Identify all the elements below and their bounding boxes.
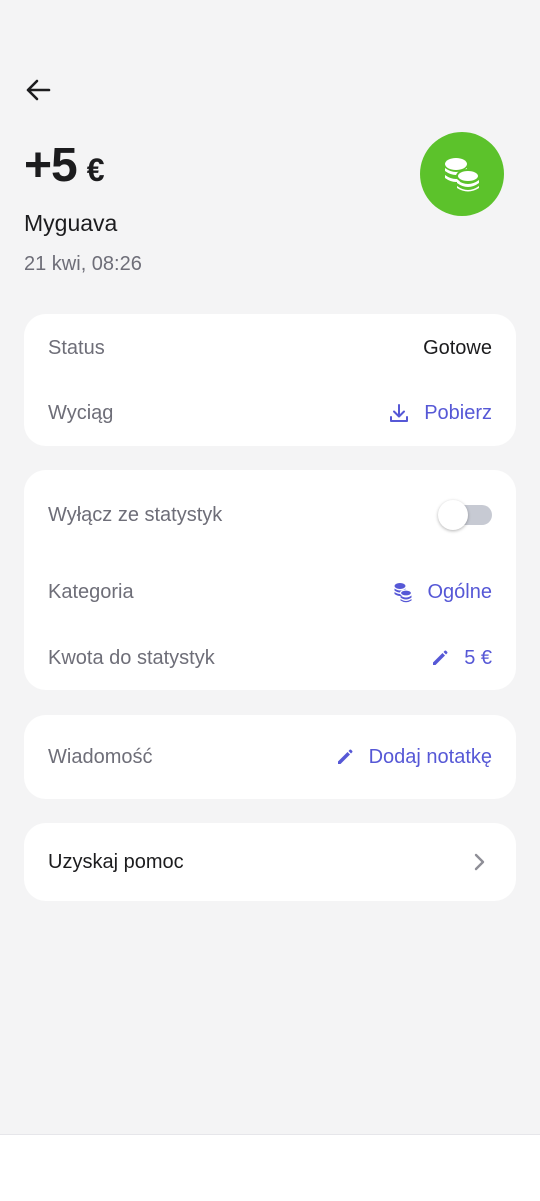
coins-icon xyxy=(445,158,480,192)
merchant-name: Myguava xyxy=(24,210,118,236)
message-row: Wiadomość Dodaj notatkę xyxy=(48,743,492,771)
category-label: Kategoria xyxy=(48,580,134,603)
coins-icon xyxy=(394,583,412,603)
transaction-date: 21 kwi, 08:26 xyxy=(24,253,142,275)
pencil-icon xyxy=(433,650,448,665)
toggle-knob xyxy=(438,500,468,530)
message-card: Wiadomość Dodaj notatkę xyxy=(24,715,516,799)
help-row[interactable]: Uzyskaj pomoc xyxy=(48,848,492,876)
stats-amount-row: Kwota do statystyk 5 € xyxy=(48,644,492,672)
message-label: Wiadomość xyxy=(48,745,153,768)
amount-value: +5 xyxy=(24,139,78,192)
amount-currency: € xyxy=(86,152,105,188)
category-badge xyxy=(420,132,504,216)
stats-amount-value: 5 € xyxy=(464,646,492,669)
exclude-stats-label: Wyłącz ze statystyk xyxy=(48,503,223,526)
status-value: Gotowe xyxy=(423,336,492,359)
edit-stats-amount-button[interactable]: 5 € xyxy=(430,647,492,670)
category-value: Ogólne xyxy=(427,580,493,603)
pencil-icon xyxy=(337,749,353,764)
download-label: Pobierz xyxy=(424,401,492,424)
statement-row: Wyciąg Pobierz xyxy=(48,399,492,427)
details-card: Status Gotowe Wyciąg Pobierz xyxy=(24,314,516,446)
transaction-amount: +5 € xyxy=(24,138,105,193)
chevron-right-icon xyxy=(474,853,485,871)
status-row: Status Gotowe xyxy=(48,334,492,362)
bottom-bar xyxy=(0,1134,540,1201)
stats-amount-label: Kwota do statystyk xyxy=(48,646,215,669)
download-statement-button[interactable]: Pobierz xyxy=(388,402,492,425)
category-button[interactable]: Ogólne xyxy=(392,580,493,604)
add-note-button[interactable]: Dodaj notatkę xyxy=(335,746,492,769)
help-card[interactable]: Uzyskaj pomoc xyxy=(24,823,516,901)
back-button[interactable] xyxy=(20,72,56,108)
status-label: Status xyxy=(48,336,105,359)
arrow-left-icon xyxy=(26,79,51,101)
category-row: Kategoria Ogólne xyxy=(48,578,492,606)
statement-label: Wyciąg xyxy=(48,401,114,424)
help-label: Uzyskaj pomoc xyxy=(48,850,184,873)
download-icon xyxy=(390,404,409,422)
add-note-label: Dodaj notatkę xyxy=(368,745,492,768)
exclude-stats-toggle[interactable] xyxy=(438,500,492,530)
stats-card: Wyłącz ze statystyk Kategoria Ogólne Kwo… xyxy=(24,470,516,690)
exclude-stats-row: Wyłącz ze statystyk xyxy=(48,500,492,530)
